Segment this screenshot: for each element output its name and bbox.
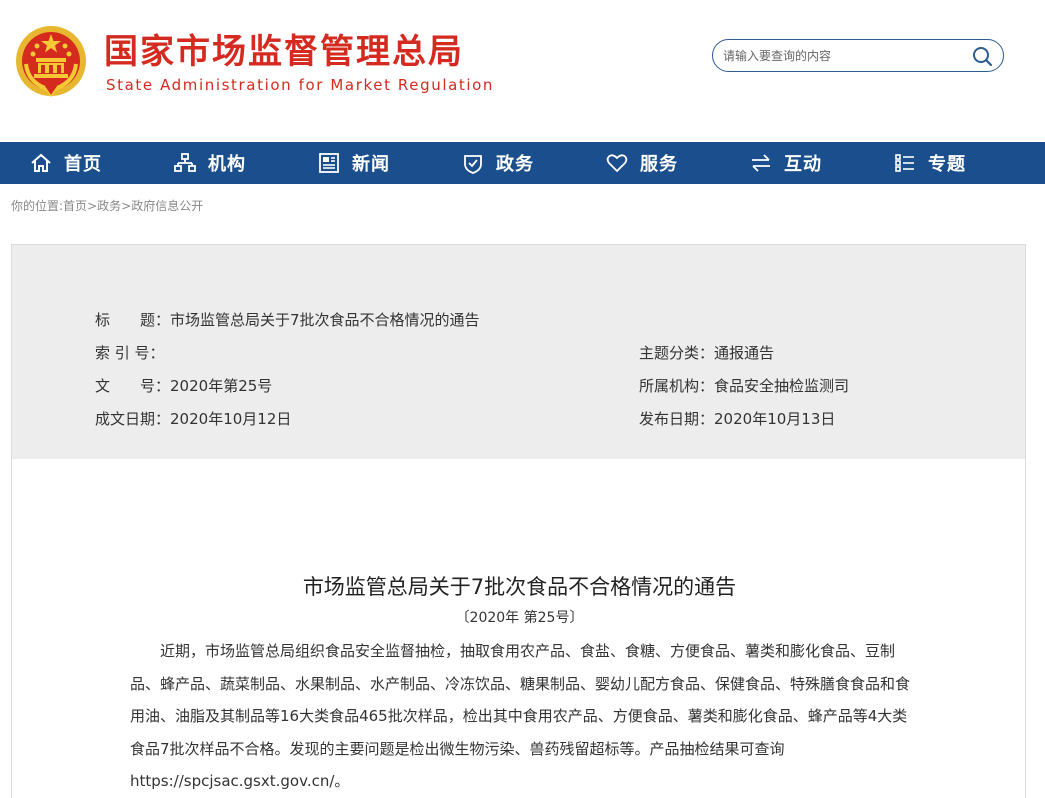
- breadcrumb-item-home[interactable]: 首页: [63, 199, 87, 213]
- site-header: 国家市场监督管理总局 State Administration for Mark…: [0, 0, 1045, 142]
- article-doc-number: 〔2020年 第25号〕: [455, 610, 584, 626]
- info-topic-value: 通报通告: [714, 344, 775, 362]
- nav-label: 服务: [640, 154, 678, 175]
- site-title-cn[interactable]: 国家市场监督管理总局: [104, 30, 464, 74]
- info-docno-label: 文 号：: [95, 377, 171, 395]
- nav-item-interact[interactable]: 互动: [750, 142, 822, 184]
- org-chart-icon: [174, 153, 196, 172]
- search-box: [712, 39, 1004, 72]
- nav-item-affairs[interactable]: 政务: [462, 142, 534, 184]
- breadcrumb-separator: >: [121, 199, 132, 213]
- nav-item-home[interactable]: 首页: [30, 142, 102, 184]
- breadcrumb-prefix: 你的位置:: [11, 199, 64, 213]
- document-info-panel: 标 题：市场监管总局关于7批次食品不合格情况的通告 索 引 号： 主题分类：通报…: [11, 244, 1026, 460]
- nav-item-topics[interactable]: 专题: [894, 142, 966, 184]
- info-org-value: 食品安全抽检监测司: [714, 377, 850, 395]
- search-icon[interactable]: [971, 45, 993, 67]
- article-paragraph: 近期，市场监管总局组织食品安全监督抽检，抽取食用农产品、食盐、食糖、方便食品、薯…: [130, 642, 911, 790]
- exchange-arrows-icon: [752, 154, 770, 172]
- nav-label: 政务: [496, 154, 534, 175]
- nav-label: 专题: [928, 154, 966, 175]
- shield-check-icon: [464, 155, 482, 174]
- info-org-row: 所属机构：食品安全抽检监测司: [639, 376, 849, 396]
- info-published-value: 2020年10月13日: [714, 410, 836, 428]
- info-docno-value: 2020年第25号: [170, 377, 273, 395]
- breadcrumb-item-affairs[interactable]: 政务: [97, 199, 121, 213]
- info-org-label: 所属机构：: [639, 377, 715, 395]
- info-published-row: 发布日期：2020年10月13日: [639, 409, 835, 429]
- nav-item-news[interactable]: 新闻: [318, 142, 390, 184]
- info-title-value: 市场监管总局关于7批次食品不合格情况的通告: [170, 311, 480, 329]
- info-topic-label: 主题分类：: [639, 344, 715, 362]
- info-title-label: 标 题：: [95, 311, 171, 329]
- article-title: 市场监管总局关于7批次食品不合格情况的通告: [302, 575, 737, 599]
- breadcrumb: 你的位置:首页>政务>政府信息公开: [11, 197, 203, 214]
- main-nav: 首页 机构 新闻 政务 服务 互动 专题: [0, 142, 1045, 184]
- info-topic-row: 主题分类：通报通告: [639, 343, 774, 363]
- topic-list-icon: [895, 154, 914, 172]
- info-written-row: 成文日期：2020年10月12日: [95, 409, 291, 429]
- info-docno-row: 文 号：2020年第25号: [95, 376, 272, 396]
- info-written-label: 成文日期：: [95, 410, 171, 428]
- info-title-row: 标 题：市场监管总局关于7批次食品不合格情况的通告: [95, 310, 480, 330]
- heart-icon: [606, 154, 628, 173]
- info-published-label: 发布日期：: [639, 410, 715, 428]
- nav-label: 机构: [208, 154, 246, 175]
- article: 市场监管总局关于7批次食品不合格情况的通告 〔2020年 第25号〕 近期，市场…: [11, 459, 1026, 798]
- breadcrumb-item-disclosure[interactable]: 政府信息公开: [131, 199, 203, 213]
- national-emblem-icon[interactable]: [14, 24, 88, 98]
- nav-label: 新闻: [352, 154, 390, 175]
- info-index-row: 索 引 号：: [95, 343, 165, 363]
- nav-label: 互动: [784, 154, 822, 175]
- info-written-value: 2020年10月12日: [170, 410, 292, 428]
- breadcrumb-separator: >: [87, 199, 98, 213]
- nav-item-service[interactable]: 服务: [606, 142, 678, 184]
- nav-item-org[interactable]: 机构: [174, 142, 246, 184]
- search-input[interactable]: [723, 46, 963, 66]
- nav-label: 首页: [64, 154, 102, 175]
- site-title-en: State Administration for Market Regulati…: [106, 76, 495, 94]
- home-icon: [31, 153, 51, 172]
- info-index-label: 索 引 号：: [95, 344, 165, 362]
- news-icon: [319, 153, 339, 173]
